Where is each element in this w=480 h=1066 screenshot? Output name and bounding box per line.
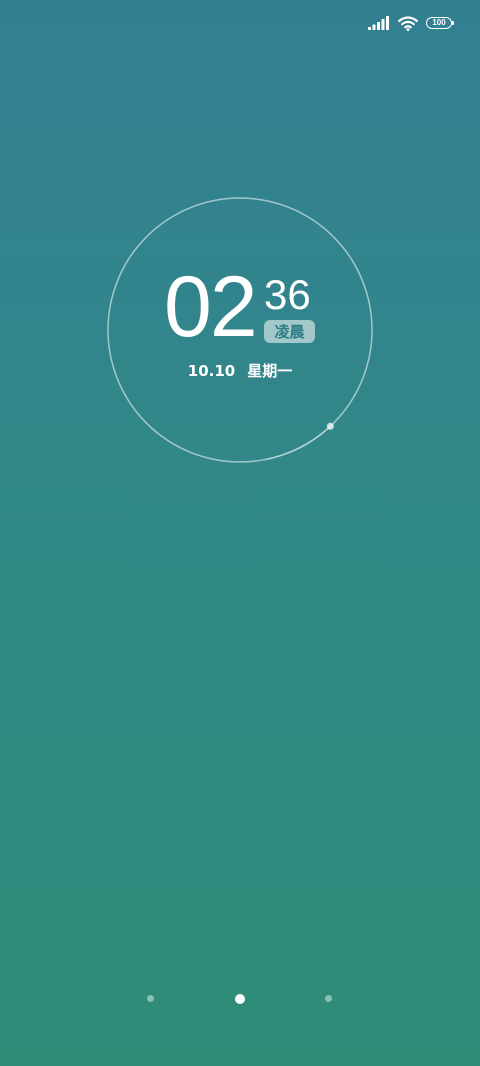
wifi-icon <box>398 15 418 31</box>
weekday-text: 星期一 <box>247 362 293 380</box>
battery-icon: 100 <box>426 17 454 29</box>
period-badge: 凌晨 <box>264 320 315 343</box>
clock-seconds-dot <box>326 422 334 430</box>
signal-bars-icon <box>368 16 389 30</box>
page-dot-1[interactable] <box>147 995 154 1002</box>
page-dot-3[interactable] <box>325 995 332 1002</box>
page-indicator <box>0 992 480 1006</box>
clock-hour: 02 <box>164 259 258 355</box>
battery-tip <box>452 21 454 25</box>
clock-minute: 36 <box>264 271 311 318</box>
date-text: 10.10 <box>187 362 236 380</box>
date-line: 10.10 星期一 <box>104 360 376 381</box>
status-bar: 100 <box>368 12 454 34</box>
lockscreen-clock-widget[interactable]: 02 36 凌晨 10.10 星期一 <box>104 194 376 466</box>
page-dot-2-active[interactable] <box>235 994 245 1004</box>
clock-seconds-arc <box>266 425 331 460</box>
battery-level: 100 <box>432 18 446 27</box>
